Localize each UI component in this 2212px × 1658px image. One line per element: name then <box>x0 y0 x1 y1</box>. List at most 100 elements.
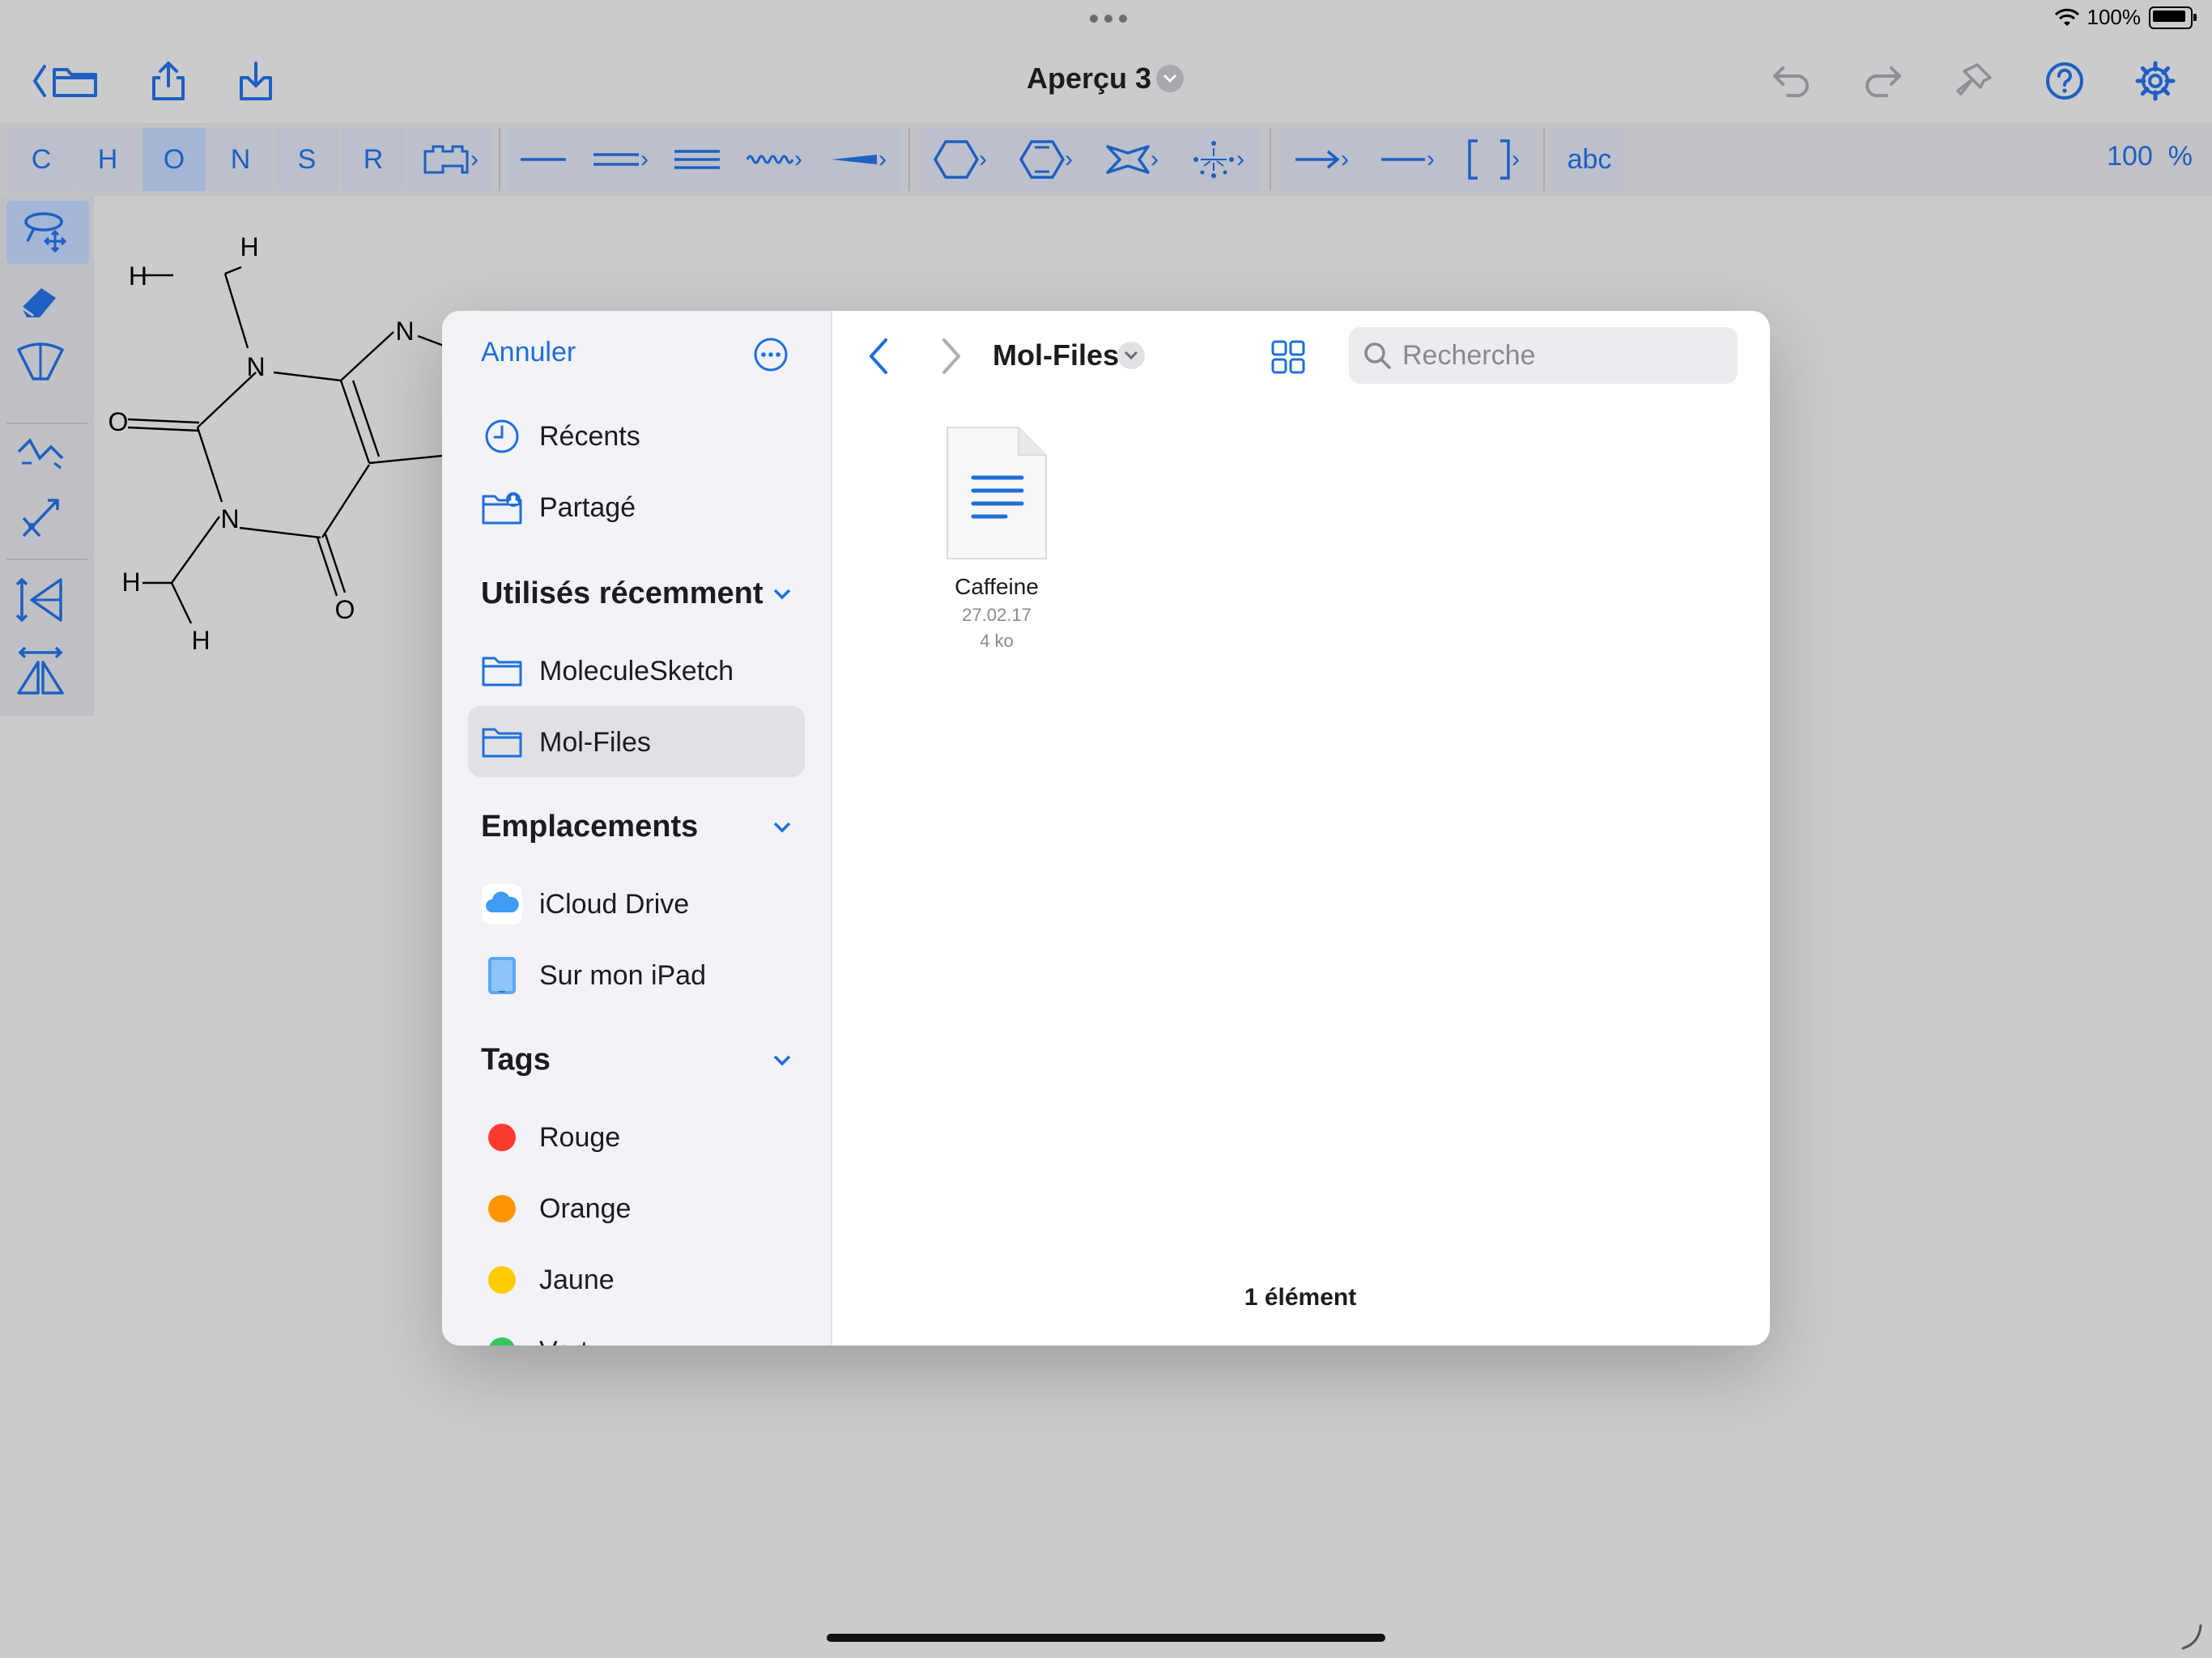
line-icon <box>1381 158 1425 161</box>
toolbar-divider <box>908 128 910 191</box>
clock-icon <box>485 419 519 453</box>
atom-label: O <box>108 407 129 436</box>
double-bond-button[interactable]: › <box>580 128 661 191</box>
chevron-left-icon[interactable] <box>860 334 899 379</box>
redo-button[interactable] <box>1857 57 1906 105</box>
chevron-right-icon: › <box>1065 146 1073 172</box>
cyclohexane-button[interactable]: › <box>918 128 1002 191</box>
locations-section-header[interactable]: Emplacements <box>481 810 792 844</box>
recent-section-header[interactable]: Utilisés récemment <box>481 576 792 611</box>
title-menu-button[interactable] <box>1156 65 1184 92</box>
wedge-bond-button[interactable]: › <box>816 128 900 191</box>
multitasking-dots[interactable] <box>1090 15 1127 23</box>
mirror-horizontal-tool[interactable] <box>6 640 74 703</box>
import-button[interactable] <box>232 57 280 105</box>
chevron-right-icon: › <box>640 146 649 172</box>
lasso-move-tool[interactable] <box>6 201 89 264</box>
element-c-button[interactable]: C <box>10 128 73 191</box>
cancel-button[interactable]: Annuler <box>481 337 576 368</box>
sidebar-tag-yellow[interactable]: Jaune <box>481 1252 615 1308</box>
arrow-button[interactable]: › <box>1279 128 1363 191</box>
share-button[interactable] <box>144 57 193 105</box>
zoom-value: 100 <box>2107 141 2153 172</box>
zoom-unit: % <box>2167 141 2193 172</box>
fan-select-icon <box>17 342 64 380</box>
item-count: 1 élément <box>1244 1284 1357 1311</box>
sidebar-item-moleculesketch[interactable]: MoleculeSketch <box>481 643 734 699</box>
bond <box>321 464 371 538</box>
sidebar-item-recents[interactable]: Récents <box>481 408 640 465</box>
document-title[interactable]: Aperçu 3 <box>1027 62 1151 96</box>
chevron-right-icon[interactable] <box>931 334 970 379</box>
sidebar-item-label: Sur mon iPad <box>539 959 706 991</box>
search-input[interactable] <box>1401 338 1728 372</box>
search-field[interactable] <box>1349 327 1738 384</box>
folder-title[interactable]: Mol-Files <box>993 338 1119 372</box>
ipad-icon <box>488 957 516 994</box>
sidebar-tag-green[interactable]: Vert <box>481 1323 588 1346</box>
sidebar-tag-red[interactable]: Rouge <box>481 1109 620 1166</box>
grid-view-icon[interactable] <box>1268 337 1308 377</box>
triple-bond-icon <box>674 150 720 169</box>
sidebar-item-on-my-ipad[interactable]: Sur mon iPad <box>481 947 706 1004</box>
amino-acid-template-icon <box>1193 141 1234 178</box>
flip-horizontal-tool[interactable] <box>6 421 74 484</box>
folder-icon <box>482 657 522 687</box>
wavy-bond-button[interactable]: › <box>734 128 815 191</box>
file-item[interactable]: Caffeine 27.02.17 4 ko <box>912 424 1082 652</box>
structure-template-button[interactable]: › <box>1176 128 1260 191</box>
back-to-files-button[interactable] <box>29 57 107 105</box>
line-button[interactable]: › <box>1365 128 1449 191</box>
status-bar: 100% <box>0 0 2212 39</box>
section-title: Emplacements <box>481 810 699 844</box>
text-tool-button[interactable]: abc <box>1553 128 1626 191</box>
element-n-button[interactable]: N <box>209 128 272 191</box>
zoom-level[interactable]: 100 % <box>2107 141 2193 172</box>
tags-section-header[interactable]: Tags <box>481 1043 792 1078</box>
home-indicator[interactable] <box>827 1634 1385 1642</box>
single-bond-button[interactable] <box>508 128 578 191</box>
element-h-button[interactable]: H <box>76 128 139 191</box>
help-button[interactable] <box>2040 57 2089 105</box>
benzene-button[interactable]: › <box>1004 128 1088 191</box>
molecule-canvas[interactable]: H H N O N N O H H <box>94 210 450 680</box>
triple-bond-button[interactable] <box>662 128 732 191</box>
settings-button[interactable] <box>2131 57 2180 105</box>
double-bond-icon <box>593 153 639 166</box>
style-brush-button[interactable] <box>1950 57 1998 105</box>
eraser-tool[interactable] <box>6 269 74 332</box>
bond <box>223 273 249 349</box>
bracket-button[interactable]: › <box>1451 128 1535 191</box>
toolbar-divider <box>1270 128 1271 191</box>
sweep-select-tool[interactable] <box>6 330 74 393</box>
atom-label: H <box>191 626 210 655</box>
bond <box>339 380 381 464</box>
rotate-tool[interactable] <box>6 487 74 551</box>
section-title: Tags <box>481 1043 551 1077</box>
chevron-right-icon: › <box>470 146 479 172</box>
chain-template-button[interactable]: › <box>408 128 492 191</box>
element-s-button[interactable]: S <box>275 128 338 191</box>
distribute-vertical-tool[interactable] <box>6 568 74 631</box>
sidebar-item-mol-files[interactable]: Mol-Files <box>481 714 651 771</box>
element-o-button[interactable]: O <box>143 128 206 191</box>
eraser-icon <box>21 288 56 317</box>
battery-percent: 100% <box>2087 5 2142 29</box>
sidebar-item-icloud-drive[interactable]: iCloud Drive <box>481 876 689 933</box>
sidebar-tag-orange[interactable]: Orange <box>481 1180 631 1237</box>
redo-icon <box>1865 66 1901 97</box>
sidebar-item-shared[interactable]: Partagé <box>481 479 636 536</box>
more-options-icon[interactable] <box>753 337 789 372</box>
file-browser-main: Mol-Files Caffeine 2 <box>831 311 1770 1346</box>
atom-label: H <box>240 232 258 261</box>
undo-button[interactable] <box>1768 57 1817 105</box>
chevron-right-icon: › <box>979 146 987 172</box>
element-r-button[interactable]: R <box>342 128 405 191</box>
sidebar-item-label: Partagé <box>539 491 636 523</box>
gear-icon <box>2135 61 2176 101</box>
app-background: 100% Aperçu 3 C H O N S R › › › › › › › … <box>0 0 2212 1658</box>
ring-conformation-button[interactable]: › <box>1090 128 1174 191</box>
folder-menu-button[interactable] <box>1117 342 1145 369</box>
battery-icon <box>2149 6 2197 29</box>
pencil-hover-icon <box>2181 1624 2202 1650</box>
